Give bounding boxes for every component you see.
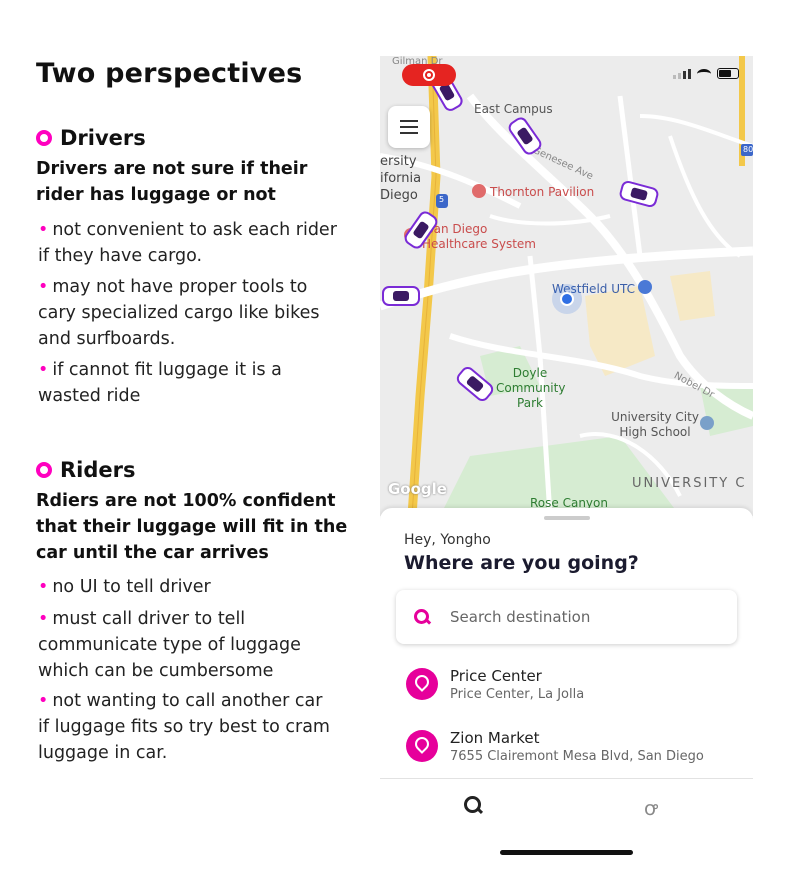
riders-bullet: • not wanting to call another car if lugg… <box>38 691 330 763</box>
search-bar[interactable] <box>396 590 737 644</box>
bullet-ring-icon <box>36 462 52 478</box>
sheet-grabber-handle[interactable] <box>544 516 590 520</box>
google-logo: Google <box>388 480 447 498</box>
driver-car-icon <box>382 286 420 306</box>
screen-record-indicator[interactable] <box>402 64 456 86</box>
status-bar <box>673 68 739 79</box>
slide-title: Two perspectives <box>36 58 303 89</box>
map-label: Diego <box>380 188 418 203</box>
drivers-heading-label: Drivers <box>60 126 146 150</box>
place-name: Price Center <box>450 667 542 685</box>
map-label: Thornton Pavilion <box>490 185 595 199</box>
greeting: Hey, Yongho <box>404 532 491 548</box>
map-label: ifornia <box>380 171 422 186</box>
map-label: Doyle Community Park <box>496 366 566 410</box>
menu-button[interactable] <box>388 106 430 148</box>
map-label: ersity <box>380 154 417 169</box>
map-label: East Campus <box>474 102 553 116</box>
tab-bar-divider <box>380 778 753 779</box>
search-icon <box>414 609 430 625</box>
search-input[interactable] <box>450 608 710 626</box>
riders-heading: Riders <box>36 458 136 482</box>
destination-sheet: Hey, Yongho Where are you going? Price C… <box>380 508 753 868</box>
screen-record-icon <box>423 69 435 81</box>
place-address: Price Center, La Jolla <box>450 687 585 702</box>
place-name: Zion Market <box>450 729 540 747</box>
list-item[interactable]: Zion Market 7655 Clairemont Mesa Blvd, S… <box>406 728 704 766</box>
phone-screen: East Campus Gilman Dr Genesee Ave ersity… <box>380 56 753 868</box>
scooter-icon: ꝍ <box>644 796 658 820</box>
list-item[interactable]: Price Center Price Center, La Jolla <box>406 666 584 704</box>
riders-bullet: • no UI to tell driver <box>38 577 211 597</box>
map-label: 5 <box>439 195 445 204</box>
school-pin-icon <box>700 416 714 430</box>
user-location-dot <box>560 292 574 306</box>
drivers-bullet: • not convenient to ask each rider if the… <box>38 220 337 266</box>
location-pin-icon <box>406 668 438 700</box>
map-label: UNIVERSITY C <box>632 476 747 491</box>
map-label: 80 <box>743 145 753 154</box>
tab-scooter[interactable]: ꝍ <box>644 794 674 820</box>
signal-icon <box>673 68 691 79</box>
hospital-pin-icon <box>472 184 486 198</box>
battery-icon <box>717 68 739 79</box>
riders-heading-label: Riders <box>60 458 136 482</box>
tab-search[interactable] <box>462 794 492 818</box>
location-pin-icon <box>406 730 438 762</box>
bullet-ring-icon <box>36 130 52 146</box>
map-label: Healthcare System <box>422 237 536 251</box>
drivers-bullet: • may not have proper tools to cary speci… <box>38 277 320 349</box>
drivers-bullet: • if cannot fit luggage it is a wasted ri… <box>38 360 282 406</box>
riders-bullet: • must call driver to tell communicate ty… <box>38 609 301 681</box>
drivers-summary: Drivers are not sure if their rider has … <box>36 159 308 205</box>
home-indicator[interactable] <box>500 850 633 855</box>
wifi-icon <box>697 68 711 79</box>
map-label: University City High School <box>611 410 699 439</box>
hamburger-menu-icon <box>400 120 418 122</box>
drivers-heading: Drivers <box>36 126 146 150</box>
riders-summary: Rdiers are not 100% confident that their… <box>36 491 348 563</box>
shopping-pin-icon <box>638 280 652 294</box>
map-view[interactable]: East Campus Gilman Dr Genesee Ave ersity… <box>380 56 753 516</box>
sheet-title: Where are you going? <box>404 552 639 574</box>
place-address: 7655 Clairemont Mesa Blvd, San Diego <box>450 749 704 764</box>
